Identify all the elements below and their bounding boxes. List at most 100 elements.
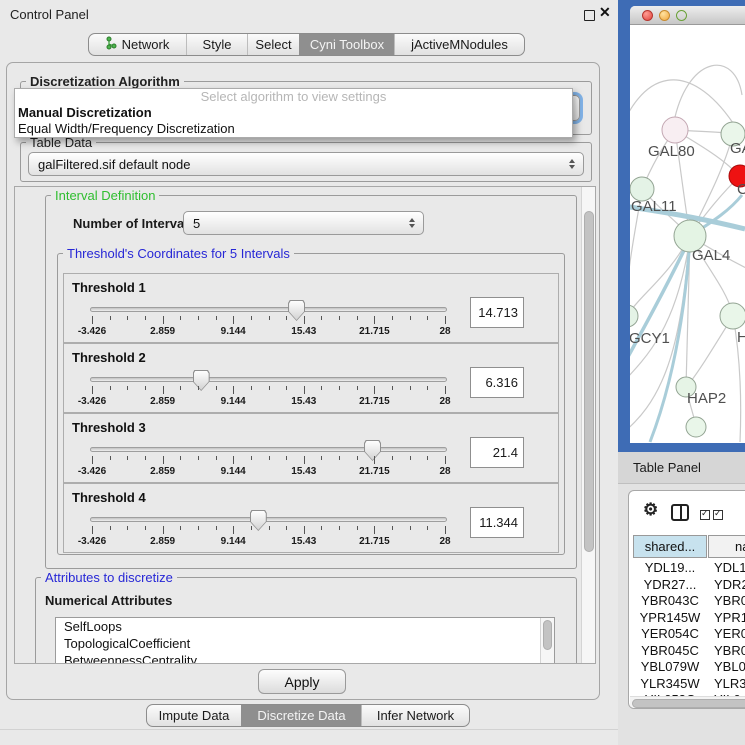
numerical-attributes-list[interactable]: SelfLoopsTopologicalCoefficientBetweenne… [55, 617, 555, 664]
threshold-slider-handle[interactable] [193, 370, 210, 391]
tab-style[interactable]: Style [186, 34, 247, 55]
table-row[interactable]: YBL079WYBL0 [633, 659, 745, 676]
table-data-combobox[interactable]: galFiltered.sif default node [28, 152, 584, 176]
tick-mark [233, 316, 234, 324]
table-hscrollbar-thumb[interactable] [632, 699, 745, 708]
table-row[interactable]: YPR145WYPR1 [633, 610, 745, 627]
tick-label: 15.43 [274, 326, 334, 337]
tick-mark [410, 316, 411, 320]
tab-impute-data[interactable]: Impute Data [147, 705, 241, 726]
settings-scrollbar-thumb[interactable] [584, 211, 594, 552]
tick-mark [374, 316, 375, 324]
threshold-slider-track[interactable] [90, 377, 447, 382]
tick-label: -3.426 [62, 466, 122, 477]
tick-mark [392, 526, 393, 530]
tab-label: Infer Network [377, 708, 454, 723]
tick-label: 9.144 [203, 466, 263, 477]
threshold-value-field[interactable]: 6.316 [470, 367, 524, 398]
tick-mark [339, 526, 340, 530]
threshold-slider-handle[interactable] [364, 440, 381, 461]
network-canvas[interactable]: GAL80GACGAL11GAL4GCY1HHAP2 [630, 25, 745, 443]
table-panel-title: Table Panel [633, 460, 701, 475]
tick-mark [445, 316, 446, 324]
tick-label: 2.859 [133, 466, 193, 477]
table-row[interactable]: YDL19...YDL1 [633, 560, 745, 577]
table-row[interactable]: YBR043CYBR0 [633, 593, 745, 610]
tick-label: 15.43 [274, 466, 334, 477]
zoom-traffic-light-icon[interactable] [676, 10, 687, 21]
list-scrollbar-thumb[interactable] [543, 620, 552, 650]
tick-label: 2.859 [133, 536, 193, 547]
tick-mark [445, 526, 446, 534]
tick-mark [251, 316, 252, 320]
tab-select[interactable]: Select [247, 34, 299, 55]
tick-mark [321, 316, 322, 320]
select-columns-icon[interactable] [700, 508, 726, 523]
tab-jactivemnodules[interactable]: jActiveMNodules [394, 34, 524, 55]
attribute-list-item[interactable]: BetweennessCentrality [56, 652, 554, 664]
tab-network[interactable]: Network [89, 34, 186, 55]
gear-icon[interactable]: ⚙ [643, 500, 658, 520]
tick-label: 21.715 [344, 396, 404, 407]
tick-mark [216, 526, 217, 530]
threshold-value-field[interactable]: 21.4 [470, 437, 524, 468]
column-header-shared-name[interactable]: shared... [633, 535, 707, 558]
tick-mark [286, 386, 287, 390]
dropdown-item[interactable]: Equal Width/Frequency Discretization [15, 121, 572, 137]
tick-mark [163, 316, 164, 324]
close-traffic-light-icon[interactable] [642, 10, 653, 21]
cell-name: YDL1 [708, 560, 745, 575]
column-header-name[interactable]: na [708, 535, 745, 558]
dropdown-item[interactable]: Manual Discretization [15, 105, 572, 121]
tick-mark [163, 526, 164, 534]
tab-infer-network[interactable]: Infer Network [361, 705, 469, 726]
float-window-icon[interactable] [584, 10, 595, 21]
tab-cyni-toolbox[interactable]: Cyni Toolbox [299, 34, 394, 55]
tick-mark [127, 316, 128, 320]
network-titlebar[interactable] [630, 6, 745, 25]
cell-name: YPR1 [708, 610, 745, 625]
close-icon[interactable]: ✕ [599, 4, 611, 21]
table-row[interactable]: YBR045CYBR0 [633, 643, 745, 660]
node-label: HAP2 [687, 390, 726, 407]
threshold-slider-handle[interactable] [250, 510, 267, 531]
table-row[interactable]: YLR345WYLR3 [633, 676, 745, 693]
tick-label: -3.426 [62, 396, 122, 407]
node-label: GA [730, 140, 745, 157]
threshold-slider-track[interactable] [90, 447, 447, 452]
tick-mark [127, 526, 128, 530]
minimize-traffic-light-icon[interactable] [659, 10, 670, 21]
threshold-slider-track[interactable] [90, 517, 447, 522]
list-scrollbar[interactable] [540, 618, 554, 664]
tick-mark [269, 526, 270, 530]
attribute-list-item[interactable]: SelfLoops [56, 618, 554, 635]
tab-label: Network [122, 37, 170, 52]
settings-scrollbar[interactable] [581, 187, 596, 663]
threshold-slider-track[interactable] [90, 307, 447, 312]
threshold-value-field[interactable]: 14.713 [470, 297, 524, 328]
tick-mark [304, 316, 305, 324]
threshold-slider-handle[interactable] [288, 300, 305, 321]
tick-mark [216, 456, 217, 460]
cell-name: YER0 [708, 626, 745, 641]
tick-mark [339, 386, 340, 390]
tick-mark [374, 386, 375, 394]
tick-mark [269, 386, 270, 390]
table-row[interactable]: YER054CYER0 [633, 626, 745, 643]
column-layout-icon[interactable] [671, 504, 689, 521]
num-intervals-label: Number of Intervals [73, 216, 195, 231]
threshold-row: Threshold 3-3.4262.8599.14415.4321.71528… [63, 413, 559, 483]
num-intervals-value: 5 [193, 216, 200, 231]
tab-label: jActiveMNodules [411, 37, 508, 52]
threshold-value-field[interactable]: 11.344 [470, 507, 524, 538]
tick-mark [145, 386, 146, 390]
num-intervals-combobox[interactable]: 5 [183, 211, 424, 235]
table-row[interactable]: YDR27...YDR2 [633, 577, 745, 594]
cell-shared-name: YBR045C [633, 643, 707, 658]
tab-discretize-data[interactable]: Discretize Data [241, 705, 361, 726]
tab-label: Discretize Data [257, 708, 345, 723]
apply-button[interactable]: Apply [258, 669, 346, 694]
attribute-list-item[interactable]: TopologicalCoefficient [56, 635, 554, 652]
table-hscrollbar[interactable] [630, 696, 745, 709]
tick-mark [127, 386, 128, 390]
